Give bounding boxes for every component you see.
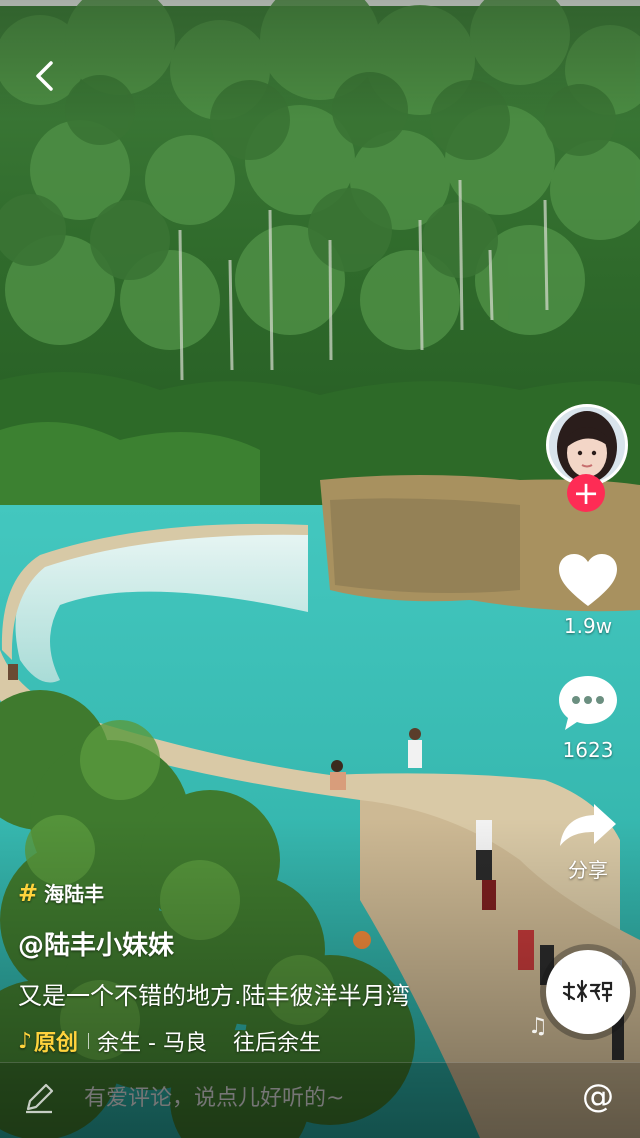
original-label: 原创	[34, 1031, 79, 1056]
share-button[interactable]: 分享	[538, 802, 638, 883]
music-separator	[88, 1033, 90, 1049]
speech-bubble-icon	[559, 676, 617, 730]
song-title: 余生 - 马良	[97, 1031, 207, 1056]
follow-button[interactable]: +	[567, 474, 605, 512]
music-disc[interactable]	[546, 950, 630, 1034]
like-count: 1.9w	[563, 614, 613, 638]
video-info: # 海陆丰 @陆丰小妹妹 又是一个不错的地方.陆丰彼洋半月湾 ♪ 原创 余生 -…	[18, 878, 458, 1057]
video-screen: + 1.9w 1623 分享 # 海陆丰 @陆丰小妹妹 又是一个不错的地方.陆丰…	[0, 0, 640, 1138]
top-gradient	[0, 0, 640, 120]
music-disc-art	[562, 979, 613, 1003]
comment-count: 1623	[562, 738, 614, 762]
avatar-portrait	[549, 407, 625, 483]
plus-icon: +	[572, 474, 600, 512]
comment-input[interactable]	[82, 1085, 526, 1112]
back-button[interactable]	[24, 56, 64, 96]
chevron-left-icon	[36, 61, 53, 91]
share-arrow-icon	[560, 804, 616, 846]
topic-tag-text: 海陆丰	[44, 882, 105, 906]
topic-tag[interactable]: # 海陆丰	[18, 878, 458, 907]
like-button[interactable]: 1.9w	[538, 552, 638, 638]
music-info[interactable]: ♪ 原创 余生 - 马良 往后余生	[18, 1025, 458, 1057]
song-title-2: 往后余生	[233, 1031, 322, 1056]
video-description: 又是一个不错的地方.陆丰彼洋半月湾	[18, 982, 410, 1010]
music-note-icon: ♪	[18, 1028, 33, 1054]
author-name[interactable]: @陆丰小妹妹	[18, 925, 458, 962]
pen-icon	[22, 1081, 56, 1119]
mention-button[interactable]: @	[582, 1077, 614, 1115]
hashtag-icon: #	[18, 878, 39, 907]
floating-music-note-icon: ♫	[528, 1014, 548, 1039]
share-label: 分享	[568, 858, 608, 882]
heart-icon	[559, 554, 617, 606]
comment-button[interactable]: 1623	[538, 674, 638, 762]
comment-bar: @	[0, 1062, 640, 1138]
